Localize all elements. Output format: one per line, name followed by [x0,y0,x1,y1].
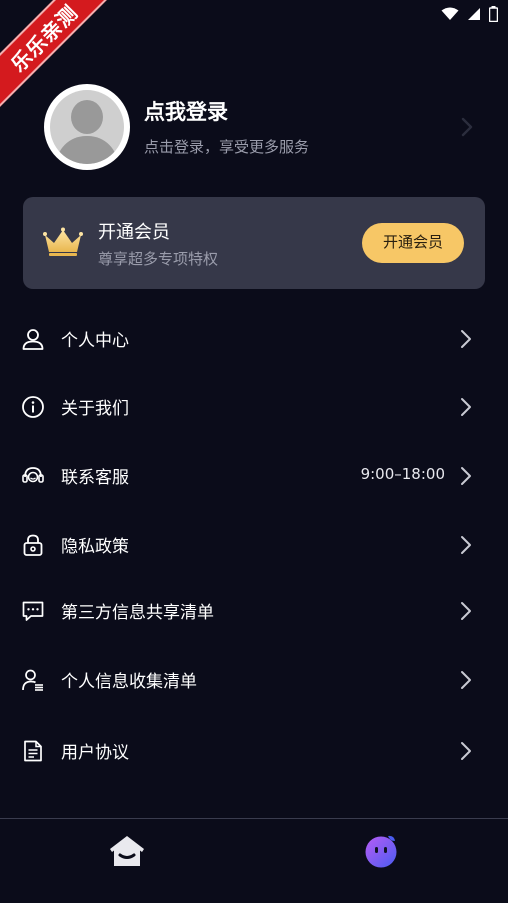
chevron-right-icon [461,398,471,416]
menu-label: 个人中心 [61,331,129,351]
headset-icon [22,467,44,483]
bottom-nav [0,818,508,903]
menu-item-about-us[interactable]: 关于我们 [0,372,508,440]
chevron-right-icon [461,742,471,760]
crown-icon [43,227,83,256]
document-icon [24,740,42,762]
signal-icon [468,8,480,20]
chevron-right-icon [461,330,471,348]
menu-label: 联系客服 [61,468,129,488]
battery-icon [489,6,498,22]
chevron-right-icon [461,602,471,620]
login-subtitle: 点击登录，享受更多服务 [144,138,310,156]
menu-label: 个人信息收集清单 [61,672,197,692]
vip-card[interactable]: 开通会员 尊享超多专项特权 开通会员 [23,197,485,289]
login-title[interactable]: 点我登录 [144,96,228,126]
message-icon [22,601,44,621]
status-icons [441,6,498,22]
menu-item-third-party-sharing[interactable]: 第三方信息共享清单 [0,576,508,644]
menu-item-privacy-policy[interactable]: 隐私政策 [0,510,508,578]
info-icon [22,396,44,418]
chevron-right-icon [461,117,473,137]
wifi-icon [441,7,459,20]
menu-label: 第三方信息共享清单 [61,603,214,623]
menu-label: 用户协议 [61,743,129,763]
lock-icon [23,534,43,556]
vip-subtitle: 尊享超多专项特权 [98,250,219,268]
chevron-right-icon [461,671,471,689]
chevron-right-icon [461,536,471,554]
user-list-icon [22,669,43,691]
open-vip-button[interactable]: 开通会员 [362,223,464,263]
menu-item-personal-info-collection[interactable]: 个人信息收集清单 [0,645,508,713]
home-icon[interactable] [108,834,146,868]
service-hours: 9:00–18:00 [360,465,445,483]
menu-label: 关于我们 [61,399,129,419]
menu-item-personal-center[interactable]: 个人中心 [0,304,508,372]
vip-title: 开通会员 [98,222,170,243]
menu-item-customer-service[interactable]: 联系客服 9:00–18:00 [0,441,508,509]
chevron-right-icon [461,467,471,485]
watermark-ribbon: 乐乐亲测 [0,0,120,120]
menu-item-user-agreement[interactable]: 用户协议 [0,716,508,784]
menu-label: 隐私政策 [61,537,129,557]
profile-face-icon[interactable] [363,833,399,869]
user-icon [22,329,44,350]
watermark-text: 乐乐亲测 [0,0,117,111]
